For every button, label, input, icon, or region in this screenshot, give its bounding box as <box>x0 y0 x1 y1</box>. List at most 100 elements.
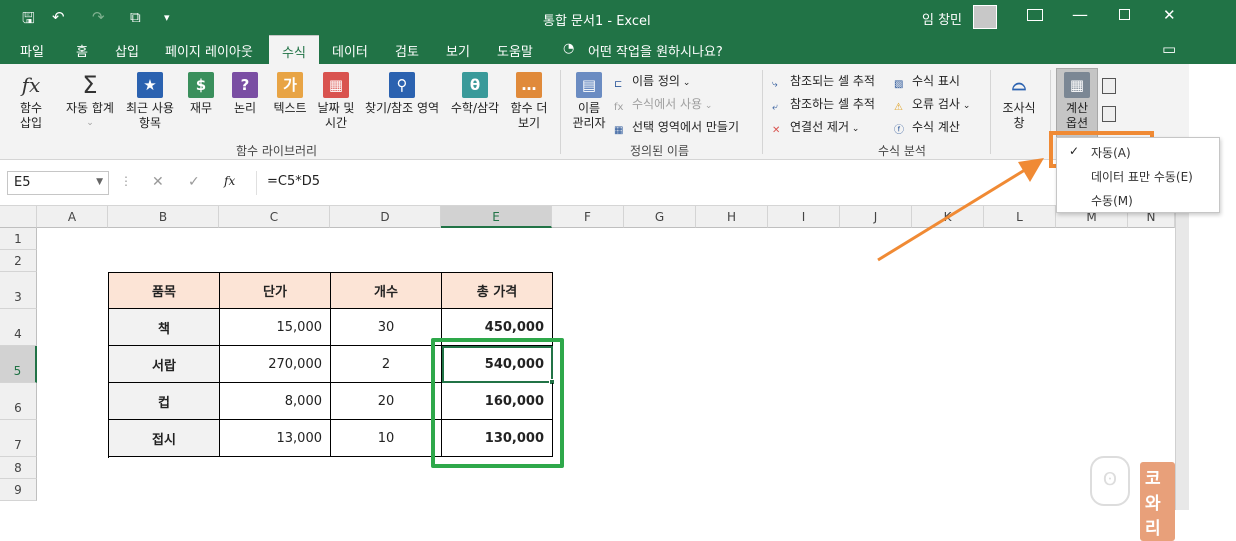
text-button[interactable]: 가 텍스트 <box>268 72 312 116</box>
row-header[interactable]: 4 <box>0 309 37 346</box>
tab-home[interactable]: 홈 <box>76 41 88 60</box>
table-cell[interactable]: 컵 <box>108 383 220 420</box>
ribbon-tabs: 파일 홈 삽입 페이지 레이아웃 수식 데이터 검토 보기 도움말 ◔ 어떤 작… <box>0 35 1236 64</box>
cancel-icon[interactable]: ✕ <box>152 174 164 190</box>
name-box[interactable]: E5 ▼ <box>7 171 109 195</box>
row-header[interactable]: 2 <box>0 250 37 272</box>
tab-view[interactable]: 보기 <box>446 41 470 60</box>
table-cell[interactable]: 15,000 <box>220 309 331 346</box>
window-title: 통합 문서1 - Excel <box>543 14 651 29</box>
row-header[interactable]: 3 <box>0 272 37 309</box>
logical-button[interactable]: ? 논리 <box>228 72 262 116</box>
recent-used-button[interactable]: ★ 최근 사용 항목 <box>122 72 178 131</box>
tab-insert[interactable]: 삽입 <box>115 41 139 60</box>
table-cell[interactable]: 10 <box>331 420 442 457</box>
ribbon-display-icon[interactable] <box>1027 9 1043 21</box>
table-header-count[interactable]: 개수 <box>331 272 442 309</box>
close-icon[interactable]: ✕ <box>1163 6 1176 24</box>
evaluate-formula-button[interactable]: ⓕ 수식 계산 <box>894 118 960 136</box>
table-cell[interactable]: 270,000 <box>220 346 331 383</box>
coins-icon: $ <box>188 72 214 98</box>
column-header[interactable]: D <box>330 206 441 228</box>
column-header[interactable]: C <box>219 206 330 228</box>
tab-review[interactable]: 검토 <box>395 41 419 60</box>
more-functions-button[interactable]: … 함수 더 보기 <box>506 72 552 131</box>
insert-function-icon[interactable]: fx <box>224 174 235 188</box>
more-functions-icon: … <box>516 72 542 98</box>
lookup-button[interactable]: ⚲ 찾기/참조 영역 <box>360 72 444 116</box>
row-header[interactable]: 9 <box>0 479 37 501</box>
tab-data[interactable]: 데이터 <box>332 41 368 60</box>
table-cell[interactable]: 책 <box>108 309 220 346</box>
enter-icon[interactable]: ✓ <box>188 174 200 190</box>
table-cell[interactable]: 접시 <box>108 420 220 457</box>
column-header[interactable]: H <box>696 206 768 228</box>
name-manager-label2: 관리자 <box>572 116 606 130</box>
create-from-selection-button[interactable]: ▦ 선택 영역에서 만들기 <box>614 118 739 137</box>
table-header-price[interactable]: 단가 <box>220 272 331 309</box>
evaluate-formula-label: 수식 계산 <box>912 120 960 134</box>
watch-window-button[interactable]: ⌓ 조사식 창 <box>996 72 1042 131</box>
calculate-now-icon[interactable] <box>1102 78 1116 94</box>
row-header[interactable]: 6 <box>0 383 37 420</box>
minimize-icon[interactable]: — <box>1072 5 1088 24</box>
table-cell[interactable]: 13,000 <box>220 420 331 457</box>
maximize-icon[interactable] <box>1119 9 1130 20</box>
user-name[interactable]: 임 창민 <box>922 9 962 28</box>
customize-qat-icon[interactable]: ▾ <box>164 11 170 24</box>
column-header[interactable]: A <box>37 206 108 228</box>
table-cell[interactable]: 2 <box>331 346 442 383</box>
comment-icon[interactable]: ▭ <box>1162 40 1176 58</box>
define-name-button[interactable]: ⊏ 이름 정의 ⌄ <box>614 72 690 91</box>
column-header[interactable]: F <box>552 206 624 228</box>
tab-formulas[interactable]: 수식 <box>269 35 319 64</box>
vertical-scrollbar[interactable] <box>1175 206 1189 510</box>
table-cell[interactable]: 서랍 <box>108 346 220 383</box>
insert-function-button[interactable]: fx 함수 삽입 <box>8 72 54 131</box>
name-manager-button[interactable]: ▤ 이름 관리자 <box>568 72 610 131</box>
use-in-formula-button[interactable]: fx 수식에서 사용 ⌄ <box>614 95 712 114</box>
row-header[interactable]: 7 <box>0 420 37 457</box>
tab-page-layout[interactable]: 페이지 레이아웃 <box>165 41 253 60</box>
name-manager-label1: 이름 <box>577 101 601 115</box>
undo-icon[interactable]: ↶ <box>52 8 65 26</box>
autosum-button[interactable]: Σ 자동 합계 ⌄ <box>62 72 118 131</box>
row-header[interactable]: 1 <box>0 228 37 250</box>
menu-item-automatic[interactable]: 자동(A) <box>1091 144 1131 161</box>
redo-icon[interactable]: ↷ <box>92 8 105 26</box>
math-button[interactable]: θ 수학/삼각 <box>446 72 504 116</box>
column-header[interactable]: E <box>441 206 552 228</box>
quick-access-icon[interactable]: ⧉ <box>130 8 141 26</box>
error-checking-button[interactable]: ⚠ 오류 검사 ⌄ <box>894 95 970 114</box>
datetime-button[interactable]: ▦ 날짜 및 시간 <box>312 72 360 131</box>
menu-item-auto-except-tables[interactable]: 데이터 표만 수동(E) <box>1091 168 1193 185</box>
row-header[interactable]: 8 <box>0 457 37 479</box>
table-cell[interactable]: 30 <box>331 309 442 346</box>
column-header[interactable]: B <box>108 206 219 228</box>
autosum-label: 자동 합계 <box>66 101 114 115</box>
text-label: 텍스트 <box>273 101 307 115</box>
table-cell[interactable]: 8,000 <box>220 383 331 420</box>
tell-me-search[interactable]: 어떤 작업을 원하시나요? <box>588 41 723 60</box>
tab-help[interactable]: 도움말 <box>497 41 533 60</box>
select-all-corner[interactable] <box>0 206 37 228</box>
save-icon[interactable]: 🖫 <box>22 8 35 33</box>
evaluate-icon: ⓕ <box>894 125 904 136</box>
avatar[interactable] <box>973 5 997 29</box>
calculate-sheet-icon[interactable] <box>1102 106 1116 122</box>
show-formulas-button[interactable]: ▧ 수식 표시 <box>894 72 960 91</box>
trace-precedents-button[interactable]: ⤷ 참조되는 셀 추적 <box>772 72 875 91</box>
table-cell[interactable]: 20 <box>331 383 442 420</box>
financial-button[interactable]: $ 재무 <box>184 72 218 116</box>
create-from-selection-label: 선택 영역에서 만들기 <box>632 120 739 134</box>
row-header[interactable]: 5 <box>0 346 37 383</box>
table-header-total[interactable]: 총 가격 <box>442 272 553 309</box>
remove-arrows-button[interactable]: ✕ 연결선 제거 ⌄ <box>772 118 859 137</box>
tab-file[interactable]: 파일 <box>20 41 44 60</box>
column-header[interactable]: I <box>768 206 840 228</box>
column-header[interactable]: G <box>624 206 696 228</box>
table-header-item[interactable]: 품목 <box>108 272 220 309</box>
menu-item-manual[interactable]: 수동(M) <box>1091 192 1133 209</box>
datetime-label1: 날짜 및 <box>317 101 355 115</box>
trace-dependents-button[interactable]: ⤶ 참조하는 셀 추적 <box>772 95 875 114</box>
